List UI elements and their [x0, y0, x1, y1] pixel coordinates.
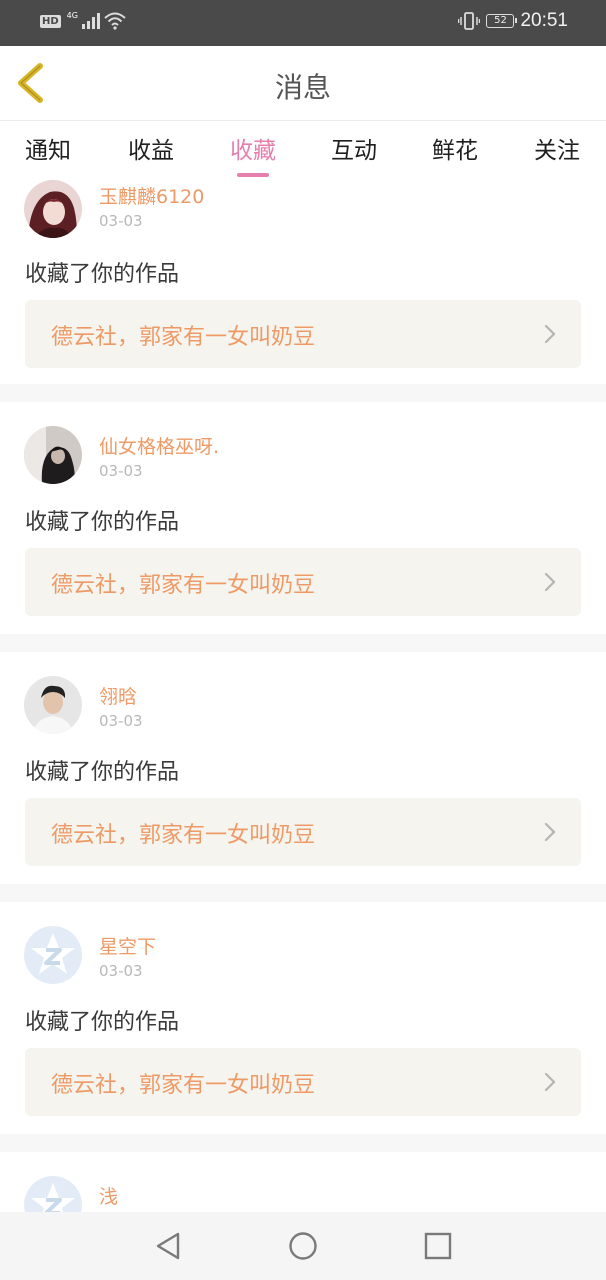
back-triangle-icon[interactable]	[148, 1226, 188, 1266]
chevron-right-icon	[544, 324, 556, 344]
tab-label: 关注	[534, 138, 580, 164]
page-title: 消息	[274, 71, 331, 104]
work-title: 德云社，郭家有一女叫奶豆	[51, 1073, 316, 1098]
username[interactable]: 玉麒麟6120	[99, 182, 204, 209]
default-star-avatar-icon	[24, 1176, 82, 1212]
divider	[0, 884, 606, 902]
person-photo-avatar-icon	[24, 676, 82, 734]
chevron-right-icon	[544, 1072, 556, 1092]
tab-label: 收藏	[230, 138, 276, 164]
work-title: 德云社，郭家有一女叫奶豆	[51, 573, 316, 598]
chevron-right-icon	[544, 572, 556, 592]
work-link[interactable]: 德云社，郭家有一女叫奶豆	[25, 1048, 581, 1116]
home-circle-icon[interactable]	[283, 1226, 323, 1266]
tab-label: 通知	[25, 138, 71, 164]
hd-badge: HD	[40, 14, 61, 28]
list-item: 仙女格格巫呀. 03-03 收藏了你的作品 德云社，郭家有一女叫奶豆	[0, 402, 606, 634]
vibrate-icon	[458, 12, 481, 30]
battery-level: 52	[494, 15, 507, 26]
system-nav-bar	[0, 1212, 606, 1280]
active-tab-indicator	[237, 173, 269, 177]
message-date: 03-03	[99, 712, 143, 730]
message-action: 收藏了你的作品	[25, 262, 180, 287]
divider	[0, 1134, 606, 1152]
battery-icon: 52	[486, 14, 518, 28]
tab-label: 互动	[331, 138, 377, 164]
work-link[interactable]: 德云社，郭家有一女叫奶豆	[25, 548, 581, 616]
tab-interactions[interactable]: 互动	[331, 131, 377, 165]
tab-follows[interactable]: 关注	[534, 131, 580, 165]
header: 消息	[0, 46, 606, 121]
divider	[0, 384, 606, 402]
message-action: 收藏了你的作品	[25, 1010, 180, 1035]
recents-square-icon[interactable]	[418, 1226, 458, 1266]
username[interactable]: 翎晗	[99, 682, 137, 709]
username[interactable]: 星空下	[99, 932, 156, 959]
avatar[interactable]	[24, 180, 82, 238]
message-action: 收藏了你的作品	[25, 510, 180, 535]
work-link[interactable]: 德云社，郭家有一女叫奶豆	[25, 300, 581, 368]
tab-bar: 通知 收益 收藏 互动 鲜花 关注	[0, 121, 606, 177]
list-item: 翎晗 03-03 收藏了你的作品 德云社，郭家有一女叫奶豆	[0, 652, 606, 884]
list-item: 星空下 03-03 收藏了你的作品 德云社，郭家有一女叫奶豆	[0, 902, 606, 1134]
message-date: 03-03	[99, 212, 143, 230]
dark-photo-avatar-icon	[24, 426, 82, 484]
signal-icon	[81, 13, 100, 29]
status-left: HD 4G	[40, 12, 126, 30]
username[interactable]: 浅	[99, 1182, 118, 1209]
username[interactable]: 仙女格格巫呀.	[99, 432, 219, 459]
message-action: 收藏了你的作品	[25, 760, 180, 785]
tab-label: 鲜花	[432, 138, 478, 164]
tab-favorites[interactable]: 收藏	[230, 131, 276, 177]
tab-flowers[interactable]: 鲜花	[432, 131, 478, 165]
status-right: 52 20:51	[458, 10, 568, 32]
chevron-right-icon	[544, 822, 556, 842]
message-date: 03-03	[99, 962, 143, 980]
divider	[0, 634, 606, 652]
avatar[interactable]	[24, 926, 82, 984]
avatar[interactable]	[24, 1176, 82, 1212]
status-bar: HD 4G 52 20:51	[0, 0, 606, 46]
list-item: 浅	[0, 1152, 606, 1212]
work-link[interactable]: 德云社，郭家有一女叫奶豆	[25, 798, 581, 866]
default-star-avatar-icon	[24, 926, 82, 984]
message-date: 03-03	[99, 462, 143, 480]
drawn-portrait-avatar-icon	[24, 180, 82, 238]
tab-earnings[interactable]: 收益	[128, 131, 174, 165]
message-list: 玉麒麟6120 03-03 收藏了你的作品 德云社，郭家有一女叫奶豆 仙女格格巫…	[0, 178, 606, 1212]
work-title: 德云社，郭家有一女叫奶豆	[51, 325, 316, 350]
list-item: 玉麒麟6120 03-03 收藏了你的作品 德云社，郭家有一女叫奶豆	[0, 178, 606, 384]
avatar[interactable]	[24, 426, 82, 484]
network-type: 4G	[66, 11, 78, 20]
work-title: 德云社，郭家有一女叫奶豆	[51, 823, 316, 848]
tab-label: 收益	[128, 138, 174, 164]
clock: 20:51	[520, 10, 568, 31]
avatar[interactable]	[24, 676, 82, 734]
tab-notifications[interactable]: 通知	[25, 131, 71, 165]
wifi-icon	[104, 12, 126, 30]
